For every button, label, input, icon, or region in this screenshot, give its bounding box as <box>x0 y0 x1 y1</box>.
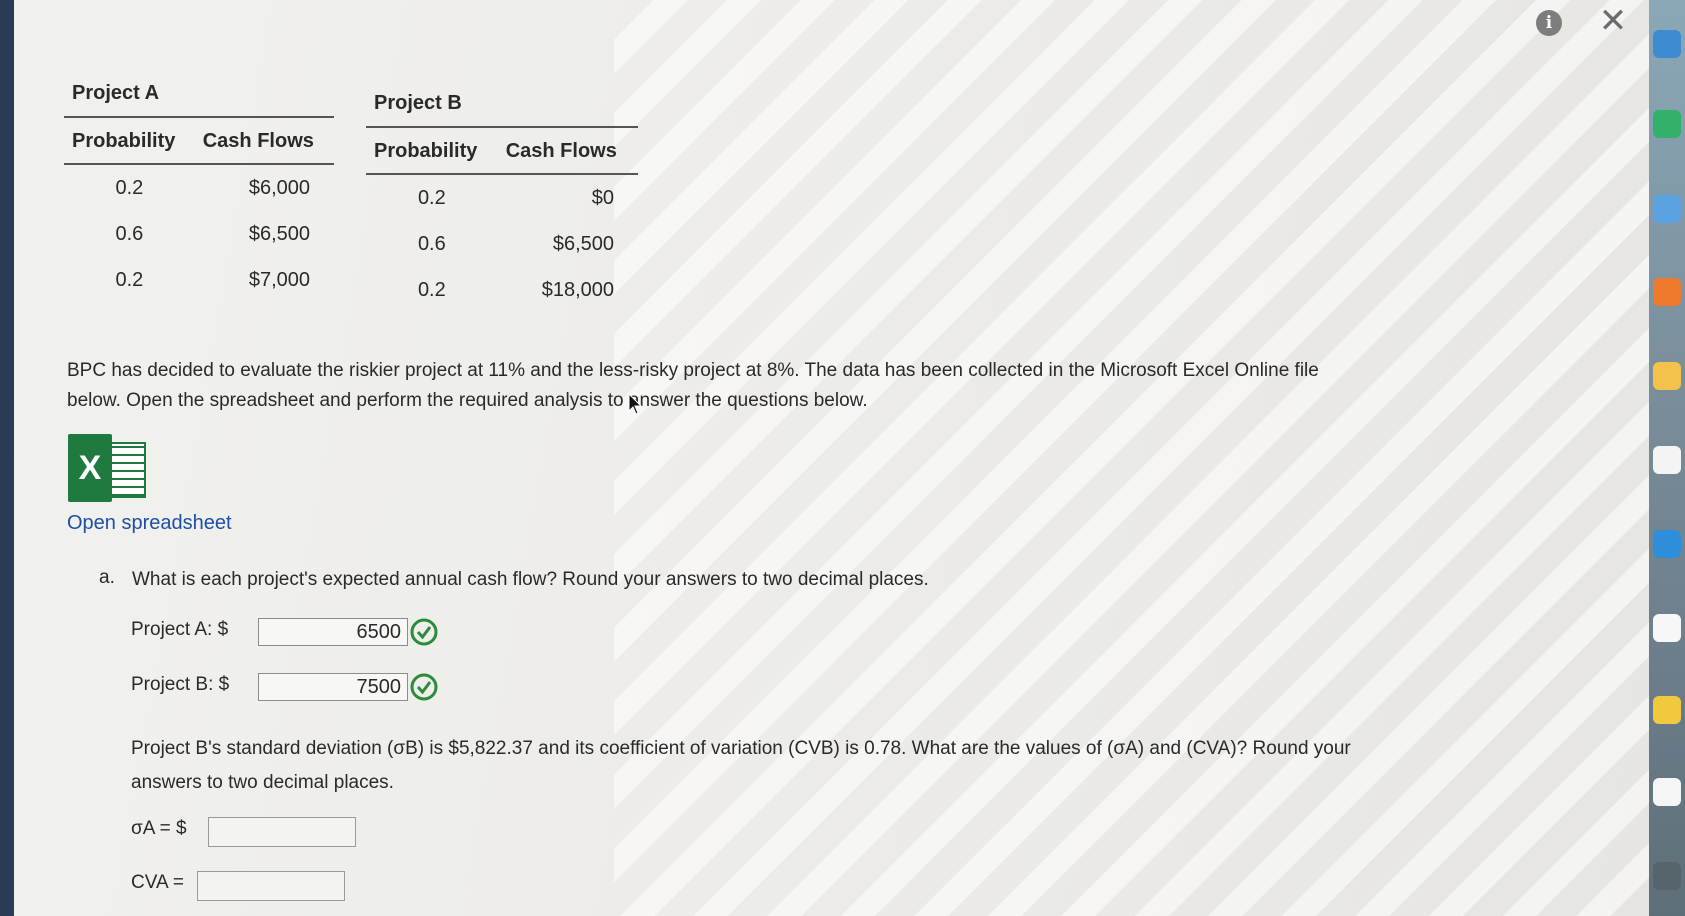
dock-app-icon[interactable] <box>1653 530 1681 558</box>
table-row: 0.2 $0 <box>366 174 638 221</box>
dock-app-icon[interactable] <box>1653 30 1681 58</box>
project-a-col-cash-flows: Cash Flows <box>202 130 314 152</box>
notes-app-icon[interactable] <box>1653 614 1681 642</box>
probability-cell: 0.2 <box>417 278 446 301</box>
cv-a-input[interactable] <box>197 871 345 901</box>
side-dock <box>1649 0 1685 916</box>
cv-a-label: CVA = <box>131 872 184 893</box>
table-row: 0.6 $6,500 <box>64 211 334 257</box>
cash-flow-cell: $6,000 <box>248 176 310 199</box>
probability-cell: 0.2 <box>417 186 446 209</box>
probability-cell: 0.6 <box>115 222 144 245</box>
followup-line-2: answers to two decimal places. <box>131 772 394 793</box>
cash-flow-cell: $6,500 <box>552 232 614 255</box>
intro-line-2: below. Open the spreadsheet and perform … <box>67 390 868 411</box>
check-icon <box>410 673 438 701</box>
project-a-answer-field[interactable]: 6500 <box>258 618 408 646</box>
cash-flow-cell: $18,000 <box>541 278 614 301</box>
table-row: 0.2 $7,000 <box>64 257 334 303</box>
check-icon <box>410 618 438 646</box>
info-icon[interactable]: i <box>1536 10 1562 36</box>
dock-app-icon[interactable] <box>1653 778 1681 806</box>
dock-app-icon[interactable] <box>1653 446 1681 474</box>
probability-cell: 0.2 <box>115 268 144 291</box>
cash-flow-cell: $0 <box>591 186 614 209</box>
question-letter: a. <box>99 567 115 588</box>
close-icon[interactable]: ✕ <box>1598 4 1628 38</box>
dock-app-icon[interactable] <box>1653 110 1681 138</box>
cash-flow-cell: $6,500 <box>248 222 310 245</box>
project-a-table: Project A Probability Cash Flows 0.2 $6,… <box>64 76 334 303</box>
project-a-title: Project A <box>72 81 160 104</box>
cash-flow-cell: $7,000 <box>248 268 310 291</box>
intro-line-1: BPC has decided to evaluate the riskier … <box>67 360 1319 381</box>
project-b-answer-field[interactable]: 7500 <box>258 673 408 701</box>
rss-icon[interactable] <box>1653 278 1681 306</box>
project-b-table: Project B Probability Cash Flows 0.2 $0 … <box>366 86 638 313</box>
screen-glare <box>614 0 1654 916</box>
probability-cell: 0.6 <box>417 232 446 255</box>
excel-x-label: X <box>68 434 112 502</box>
excel-icon[interactable]: X <box>68 434 146 502</box>
sigma-a-input[interactable] <box>208 817 356 847</box>
project-b-answer-label: Project B: $ <box>131 674 230 695</box>
dock-app-icon[interactable] <box>1653 195 1681 223</box>
project-b-col-probability: Probability <box>374 140 478 162</box>
background-window-edge <box>0 0 14 916</box>
mouse-cursor-icon <box>628 393 642 415</box>
project-a-answer-label: Project A: $ <box>131 619 229 640</box>
project-b-title: Project B <box>374 91 462 114</box>
probability-cell: 0.2 <box>115 176 144 199</box>
project-a-col-probability: Probability <box>72 130 176 152</box>
question-text: What is each project's expected annual c… <box>132 569 929 590</box>
project-b-col-cash-flows: Cash Flows <box>505 140 617 162</box>
dictionary-icon[interactable] <box>1653 362 1681 390</box>
dock-app-icon[interactable] <box>1653 862 1681 890</box>
table-row: 0.6 $6,500 <box>366 221 638 267</box>
sigma-a-label: σA = $ <box>131 818 187 839</box>
followup-line-1: Project B's standard deviation (σB) is $… <box>131 738 1351 759</box>
dock-app-icon[interactable] <box>1653 696 1681 724</box>
table-row: 0.2 $18,000 <box>366 267 638 313</box>
open-spreadsheet-link[interactable]: Open spreadsheet <box>67 512 232 535</box>
table-row: 0.2 $6,000 <box>64 164 334 211</box>
